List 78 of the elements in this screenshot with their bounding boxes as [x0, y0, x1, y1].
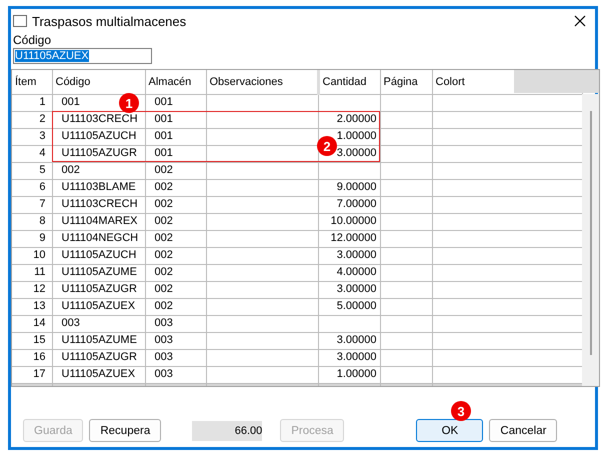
table-cell: U11105AZUME [52, 332, 145, 349]
scrollbar[interactable] [582, 94, 599, 386]
table-cell: 002 [52, 162, 145, 179]
window-title: Traspasos multialmacenes [32, 14, 188, 28]
table-cell: U11104MAREX [52, 213, 145, 230]
table-cell: 12 [12, 281, 52, 298]
dialog-button[interactable]: Cancelar [489, 419, 558, 442]
table-cell: 7.00000 [318, 196, 380, 213]
action-button[interactable]: Recupera [89, 419, 162, 442]
column-header[interactable]: Cantidad [318, 70, 380, 94]
column-header[interactable]: Observaciones [206, 70, 318, 94]
table-cell: 002 [145, 179, 206, 196]
table-cell: 9 [12, 230, 52, 247]
table-cell: 3.00000 [318, 332, 380, 349]
table-cell: U11103BLAME [52, 179, 145, 196]
table-cell: 11 [12, 264, 52, 281]
table-cell: 15 [12, 332, 52, 349]
table-cell: 002 [145, 230, 206, 247]
table-cell: 8 [12, 213, 52, 230]
table-cell: 1.00000 [318, 366, 380, 383]
codigo-field[interactable]: U11105AZUEX [13, 48, 152, 64]
column-header[interactable]: Página [380, 70, 432, 94]
table-cell: U11105AZUGR [52, 349, 145, 366]
table-cell: 001 [145, 111, 206, 128]
table-cell: 9.00000 [318, 179, 380, 196]
step-badge: 3 [451, 401, 471, 421]
table-cell: 16 [12, 349, 52, 366]
table-cell: 3 [12, 128, 52, 145]
table-cell: 002 [145, 247, 206, 264]
table-cell: 17 [12, 366, 52, 383]
table-cell: 3.00000 [318, 247, 380, 264]
column-header[interactable]: Almacén [145, 70, 206, 94]
table-cell: 2 [12, 111, 52, 128]
column-header[interactable]: Ítem [12, 70, 52, 94]
table-cell: 14 [12, 315, 52, 332]
table-cell: U11105AZUGR [52, 281, 145, 298]
table-cell: 2.00000 [318, 111, 380, 128]
table-cell: 003 [145, 332, 206, 349]
step-badge: 1 [119, 93, 139, 113]
table-cell: 4 [12, 145, 52, 162]
table-cell: U11103CRECH [52, 196, 145, 213]
column-header[interactable]: Código [52, 70, 145, 94]
table-cell: U11105AZUCH [52, 128, 145, 145]
table-cell: 3.00000 [318, 349, 380, 366]
table-cell: 003 [145, 315, 206, 332]
table-cell: 5 [12, 162, 52, 179]
table-cell: 6 [12, 179, 52, 196]
table-cell: 12.00000 [318, 230, 380, 247]
table-cell: 10 [12, 247, 52, 264]
table-cell: 002 [145, 162, 206, 179]
table-cell: U11105AZUEX [52, 366, 145, 383]
window-icon [13, 15, 27, 27]
table-cell: 3.00000 [318, 281, 380, 298]
table-cell: 001 [145, 128, 206, 145]
codigo-label: Código [13, 33, 52, 48]
table-cell: 10.00000 [318, 213, 380, 230]
dialog-button[interactable]: OK [416, 419, 484, 442]
table-cell: 002 [145, 264, 206, 281]
table-cell: 002 [145, 196, 206, 213]
table-cell: 003 [145, 366, 206, 383]
table-cell: 002 [145, 281, 206, 298]
table-cell: 1 [12, 94, 52, 111]
table-cell: U11105AZUGR [52, 145, 145, 162]
table-cell: U11105AZUCH [52, 247, 145, 264]
table-cell: 5.00000 [318, 298, 380, 315]
table-cell: 002 [145, 298, 206, 315]
table-cell: U11105AZUME [52, 264, 145, 281]
step-badge: 2 [317, 136, 337, 156]
table-cell: 001 [145, 145, 206, 162]
table-cell: 003 [52, 315, 145, 332]
table-cell: 4.00000 [318, 264, 380, 281]
table-cell: U11105AZUEX [52, 298, 145, 315]
table-cell: 13 [12, 298, 52, 315]
table-cell: 7 [12, 196, 52, 213]
total-field: 66.00 [192, 420, 262, 440]
table-cell: 003 [145, 349, 206, 366]
table-cell: U11104NEGCH [52, 230, 145, 247]
table-cell: 002 [145, 213, 206, 230]
